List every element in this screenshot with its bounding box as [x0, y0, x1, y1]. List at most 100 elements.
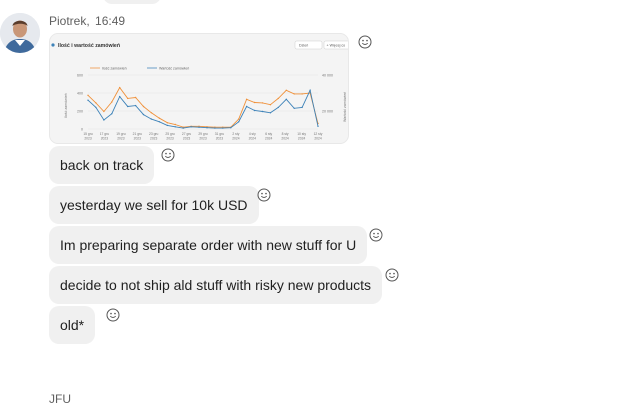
title-dot [51, 43, 55, 47]
series-point [174, 123, 176, 126]
series-point [206, 127, 208, 129]
series-point [142, 105, 145, 108]
series-point [230, 127, 232, 129]
react-emoji-button[interactable] [369, 228, 383, 242]
series-point [87, 94, 89, 96]
series-point [269, 112, 272, 114]
series-point [309, 89, 311, 91]
series-point [111, 113, 113, 115]
xtick-label: 21 gru [133, 132, 143, 136]
xtick-label: 15 gru [83, 132, 93, 136]
xtick-label: 12 sty [314, 132, 323, 136]
header-separator: , [86, 14, 90, 28]
react-emoji-button[interactable] [106, 308, 120, 322]
series-point [214, 127, 216, 129]
xtick-label: 25 gru [165, 132, 175, 136]
sender-name[interactable]: Piotrek [49, 14, 86, 28]
smiley-icon [161, 148, 175, 162]
series-point [158, 117, 161, 119]
message-bubble[interactable]: decide to not ship ald stuff with risky … [49, 266, 383, 304]
series-point [238, 121, 240, 123]
avatar-photo [0, 13, 40, 53]
series-point [150, 118, 153, 120]
series-point [95, 106, 97, 109]
xtick-year: 2023 [84, 137, 92, 141]
xtick-year: 2024 [265, 137, 273, 141]
series-point [285, 89, 287, 91]
xtick-label: 23 gru [149, 132, 159, 136]
ytick-left-3: 0 [81, 128, 83, 132]
smiley-icon [106, 308, 120, 322]
series-point [222, 127, 224, 129]
series-point [301, 106, 303, 109]
more-button-label: + Więcej co [327, 44, 346, 48]
series-point [253, 109, 256, 112]
xtick-label: 10 sty [297, 132, 306, 136]
series-point [111, 101, 113, 103]
chart-title: Ilość i wartość zamówień [58, 43, 120, 49]
message-bubble[interactable]: old* [49, 306, 96, 344]
series-point [293, 93, 295, 95]
series-point [245, 105, 248, 108]
message-bubble[interactable]: yesterday we sell for 10k USD [49, 186, 259, 224]
series-point [119, 86, 121, 89]
series-point [253, 101, 256, 104]
message-bubble[interactable]: back on track [49, 146, 155, 184]
react-emoji-button[interactable] [161, 148, 175, 162]
chart-xticks: 15 gru202317 gru202319 gru202321 gru2023… [83, 132, 322, 141]
ytick-right-1: 20 000 [322, 110, 333, 114]
ylabel-right: Wartość zamówień [343, 92, 347, 122]
ylabel-left: Ilość zamówień [64, 93, 68, 118]
xtick-year: 2024 [249, 137, 257, 141]
series-point [245, 98, 248, 101]
message-timestamp: 16:49 [95, 14, 126, 28]
react-emoji-button[interactable] [358, 35, 372, 49]
xtick-label: 31 gru [215, 132, 225, 136]
series-point [119, 95, 121, 98]
xtick-year: 2023 [134, 137, 142, 141]
series-point [269, 104, 272, 106]
smiley-icon [369, 228, 383, 242]
xtick-year: 2023 [183, 137, 191, 141]
period-select-label: Dzień [299, 44, 308, 48]
xtick-year: 2023 [101, 137, 109, 141]
message-bubble[interactable]: Im preparing separate order with new stu… [49, 226, 368, 264]
legend-count: Ilość zamówień [102, 67, 127, 71]
message-header: Piotrek, 16:49 [49, 14, 125, 28]
xtick-label: 17 gru [100, 132, 110, 136]
smiley-icon [385, 268, 399, 282]
series-point [142, 113, 145, 116]
xtick-year: 2023 [117, 137, 125, 141]
series-point [150, 112, 153, 114]
next-sender-name[interactable]: JFU [49, 392, 71, 406]
xtick-label: 4 sty [249, 132, 256, 136]
xtick-label: 27 gru [182, 132, 192, 136]
chart-screenshot: Ilość i wartość zamówień Dzień + Więcej … [50, 34, 348, 143]
xtick-year: 2024 [281, 137, 289, 141]
series-point [190, 126, 192, 128]
series-point [134, 104, 137, 107]
xtick-label: 29 gru [198, 132, 208, 136]
image-attachment[interactable]: Ilość i wartość zamówień Dzień + Więcej … [49, 33, 349, 144]
xtick-year: 2024 [314, 137, 322, 141]
legend-value: Wartość zamówień [159, 67, 189, 71]
series-point [285, 98, 287, 101]
xtick-label: 8 sty [282, 132, 289, 136]
series-point [277, 97, 279, 100]
series-point [127, 105, 129, 108]
series-point [166, 124, 168, 127]
ytick-left-1: 400 [77, 92, 83, 96]
series-point [182, 127, 184, 129]
series-point [134, 96, 137, 99]
react-emoji-button[interactable] [385, 268, 399, 282]
sender-avatar[interactable] [0, 13, 40, 53]
ytick-right-0: 40 000 [322, 74, 333, 78]
previous-message-bubble [103, 0, 161, 4]
series-point [127, 97, 129, 100]
xtick-year: 2023 [216, 137, 224, 141]
series-point [95, 102, 97, 104]
react-emoji-button[interactable] [257, 188, 271, 202]
xtick-year: 2023 [199, 137, 207, 141]
series-point [103, 119, 105, 121]
series-point [261, 102, 264, 104]
